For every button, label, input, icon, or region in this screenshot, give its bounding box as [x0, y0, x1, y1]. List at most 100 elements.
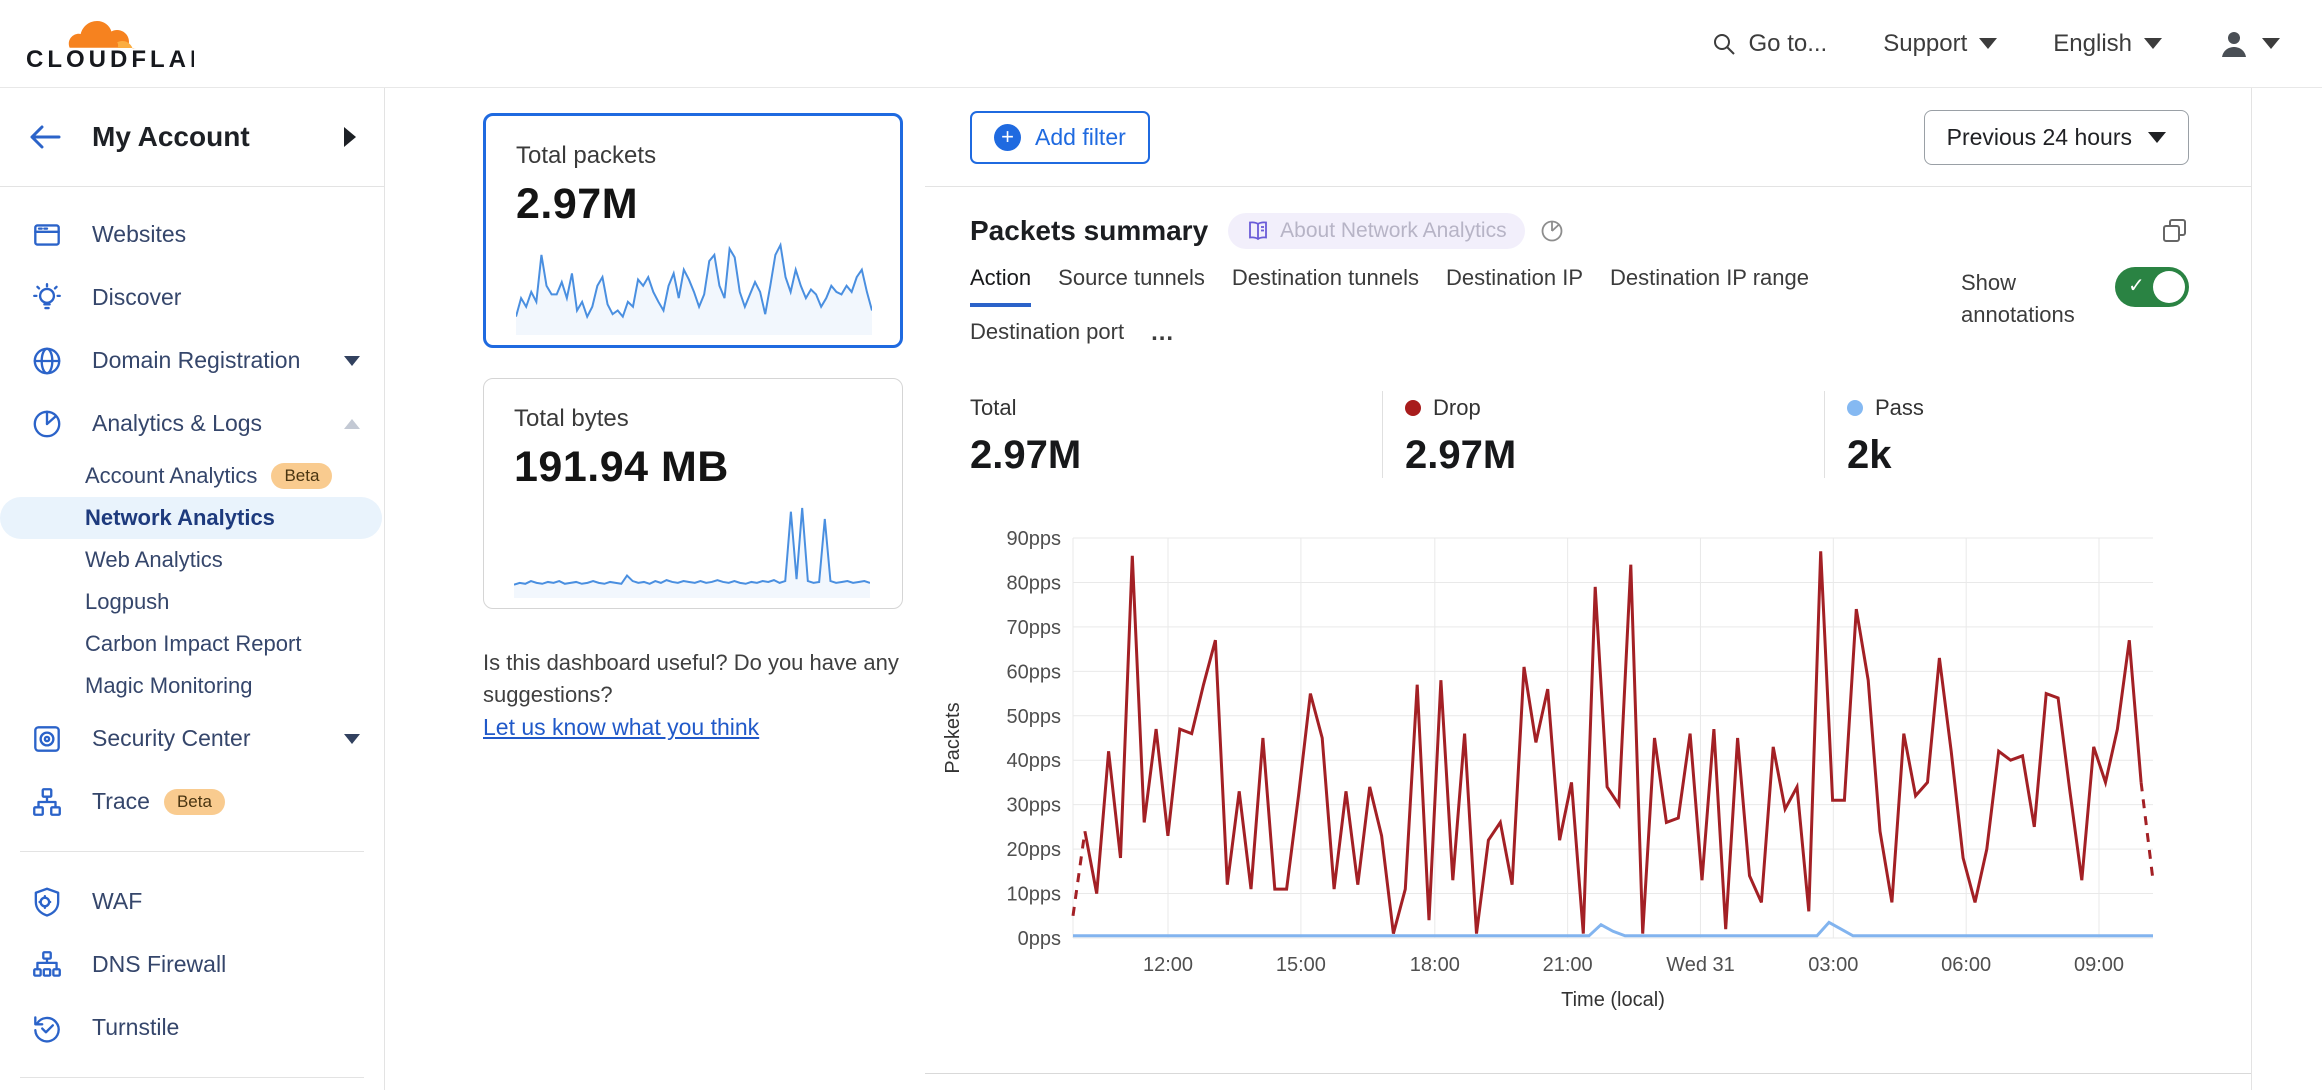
svg-text:40pps: 40pps [1007, 750, 1062, 772]
goto-label: Go to... [1749, 30, 1828, 58]
summary-cards-column: Total packets 2.97M Total bytes 191.94 M… [385, 88, 925, 1090]
svg-text:20pps: 20pps [1007, 839, 1062, 861]
sidebar-item-label: Trace [92, 788, 150, 815]
svg-text:10pps: 10pps [1007, 884, 1062, 906]
chevron-down-icon [2148, 132, 2166, 143]
add-filter-label: Add filter [1035, 124, 1126, 151]
svg-text:50pps: 50pps [1007, 706, 1062, 728]
sidebar-item-trace[interactable]: Trace Beta [0, 770, 384, 833]
total-packets-card[interactable]: Total packets 2.97M [483, 113, 903, 348]
svg-text:06:00: 06:00 [1941, 954, 1991, 976]
cloudflare-wordmark: CLOUDFLARE [26, 46, 194, 73]
goto-search[interactable]: Go to... [1711, 30, 1828, 58]
about-network-analytics-badge[interactable]: About Network Analytics [1228, 213, 1524, 249]
packets-chart-area: 0pps10pps20pps30pps40pps50pps60pps70pps8… [943, 522, 2251, 1032]
chevron-down-icon [2262, 38, 2280, 49]
annotations-toggle[interactable]: ✓ [2115, 267, 2189, 307]
feedback-block: Is this dashboard useful? Do you have an… [483, 647, 913, 744]
svg-text:15:00: 15:00 [1276, 954, 1326, 976]
sidebar-subitem-magic-monitoring[interactable]: Magic Monitoring [0, 665, 384, 707]
tab-destination-port[interactable]: Destination port [970, 319, 1124, 357]
tab-destination-ip[interactable]: Destination IP [1446, 265, 1583, 307]
sidebar-item-turnstile[interactable]: Turnstile [0, 996, 384, 1059]
svg-text:Packets: Packets [943, 702, 964, 773]
feedback-link[interactable]: Let us know what you think [483, 714, 759, 740]
card-title: Total bytes [514, 405, 872, 433]
sidebar-item-label: WAF [92, 888, 360, 915]
sidebar-subitem-label: Magic Monitoring [85, 673, 253, 699]
tab-source-tunnels[interactable]: Source tunnels [1058, 265, 1205, 307]
lightbulb-icon [30, 281, 64, 315]
svg-text:90pps: 90pps [1007, 528, 1062, 550]
pass-legend-dot [1847, 400, 1863, 416]
dimension-tabs: Action Source tunnels Destination tunnel… [970, 265, 2189, 357]
svg-text:60pps: 60pps [1007, 661, 1062, 683]
plus-icon: + [994, 124, 1021, 151]
language-menu[interactable]: English [2053, 30, 2162, 58]
support-label: Support [1883, 30, 1967, 58]
stat-drop: Drop 2.97M [1382, 391, 1824, 478]
svg-text:03:00: 03:00 [1808, 954, 1858, 976]
show-annotations-control: Show annotations ✓ [1961, 267, 2189, 331]
sidebar-subitem-logpush[interactable]: Logpush [0, 581, 384, 623]
sidebar-item-label: Websites [92, 221, 360, 248]
pie-chart-icon [30, 407, 64, 441]
packets-sparkline [516, 237, 872, 335]
browser-window-icon [30, 218, 64, 252]
cloudflare-logo[interactable]: CLOUDFLARE [24, 15, 194, 73]
sidebar-item-label: DNS Firewall [92, 951, 360, 978]
svg-text:80pps: 80pps [1007, 572, 1062, 594]
stat-value: 2.97M [1405, 433, 1824, 478]
panel-divider [925, 1073, 2251, 1074]
stat-value: 2k [1847, 433, 2189, 478]
sidebar-item-websites[interactable]: Websites [0, 203, 384, 266]
total-bytes-card[interactable]: Total bytes 191.94 MB [483, 378, 903, 609]
drop-legend-dot [1405, 400, 1421, 416]
time-range-dropdown[interactable]: Previous 24 hours [1924, 110, 2189, 165]
sidebar-subitem-network-analytics[interactable]: Network Analytics [0, 497, 382, 539]
book-icon [1246, 220, 1270, 242]
refresh-check-icon [30, 1011, 64, 1045]
more-tabs-button[interactable]: ... [1151, 319, 1174, 357]
sidebar-item-security-center[interactable]: Security Center [0, 707, 384, 770]
chevron-right-icon[interactable] [344, 127, 356, 147]
sidebar-subitem-label: Carbon Impact Report [85, 631, 301, 657]
chevron-down-icon [344, 734, 360, 744]
sidebar-item-label: Domain Registration [92, 347, 344, 374]
safe-icon [30, 722, 64, 756]
sidebar-item-waf[interactable]: WAF [0, 870, 384, 933]
add-filter-button[interactable]: + Add filter [970, 111, 1150, 164]
card-value: 2.97M [516, 180, 870, 229]
tab-destination-ip-range[interactable]: Destination IP range [1610, 265, 1809, 307]
filters-toolbar: + Add filter Previous 24 hours [925, 88, 2251, 187]
support-menu[interactable]: Support [1883, 30, 1997, 58]
sidebar-item-dns-firewall[interactable]: DNS Firewall [0, 933, 384, 996]
beta-badge: Beta [271, 463, 332, 489]
tab-action[interactable]: Action [970, 265, 1031, 307]
svg-text:Time (local): Time (local) [1561, 989, 1665, 1011]
expand-panel-icon[interactable] [2161, 217, 2189, 245]
sidebar-item-label: Analytics & Logs [92, 410, 344, 437]
pie-chart-mini-icon[interactable] [1539, 218, 1565, 244]
panel-title: Packets summary [970, 215, 1208, 247]
account-menu[interactable] [2218, 28, 2280, 60]
sidebar-subitem-account-analytics[interactable]: Account Analytics Beta [0, 455, 384, 497]
legend-stats-row: Total 2.97M Drop 2.97M Pass 2k [970, 391, 2189, 478]
back-arrow-icon[interactable] [28, 124, 62, 150]
sidebar-item-analytics-logs[interactable]: Analytics & Logs [0, 392, 384, 455]
sidebar-subitem-carbon-impact-report[interactable]: Carbon Impact Report [0, 623, 384, 665]
top-header: CLOUDFLARE Go to... Support English [0, 0, 2322, 88]
stat-pass: Pass 2k [1824, 391, 2189, 478]
sidebar-item-discover[interactable]: Discover [0, 266, 384, 329]
sidebar-item-domain-registration[interactable]: Domain Registration [0, 329, 384, 392]
tab-destination-tunnels[interactable]: Destination tunnels [1232, 265, 1419, 307]
sidebar-subitem-web-analytics[interactable]: Web Analytics [0, 539, 384, 581]
time-range-label: Previous 24 hours [1947, 124, 2132, 151]
svg-text:09:00: 09:00 [2074, 954, 2124, 976]
sidebar-subitem-label: Account Analytics [85, 463, 257, 489]
sidebar: My Account Websites Discover Domain [0, 88, 385, 1090]
user-icon [2218, 28, 2250, 60]
svg-text:21:00: 21:00 [1543, 954, 1593, 976]
card-title: Total packets [516, 142, 870, 170]
my-account-title: My Account [92, 121, 344, 153]
